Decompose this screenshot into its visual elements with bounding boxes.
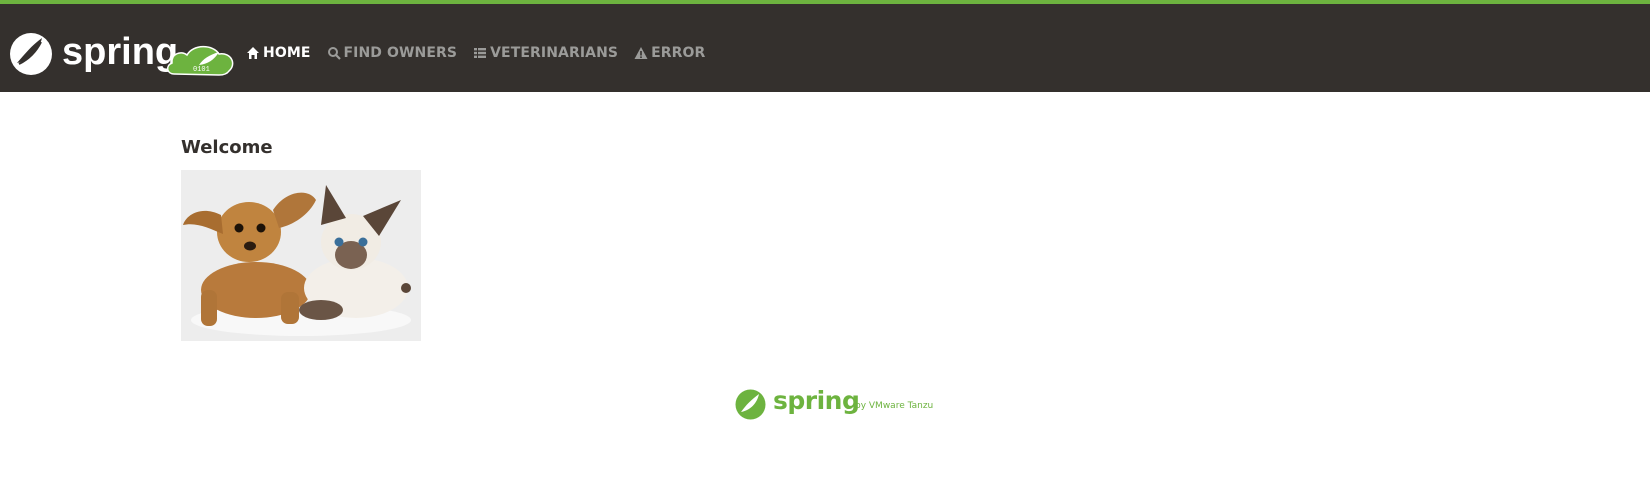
- nav-home[interactable]: HOME: [246, 45, 311, 61]
- nav-home-label: HOME: [263, 45, 311, 61]
- nav-veterinarians-label: VETERINARIANS: [490, 45, 619, 61]
- list-icon: [473, 46, 487, 60]
- footer-byline: by VMware Tanzu: [855, 401, 934, 411]
- navbar: spring 0101 HOME FIND OWNERS VETERINARIA…: [0, 4, 1650, 92]
- nav-veterinarians[interactable]: VETERINARIANS: [473, 45, 618, 61]
- brand-logo[interactable]: spring 0101: [9, 30, 237, 78]
- nav-find-owners[interactable]: FIND OWNERS: [327, 45, 458, 61]
- main-nav: HOME FIND OWNERS VETERINARIANS ERROR: [246, 41, 721, 65]
- brand-badge-text: 0101: [193, 66, 210, 74]
- home-icon: [246, 46, 260, 60]
- footer-logo-text: spring: [773, 386, 860, 415]
- spring-leaf-icon: [735, 389, 766, 420]
- nav-error[interactable]: ERROR: [634, 45, 705, 61]
- footer-logo: spring by VMware Tanzu: [735, 386, 940, 422]
- nav-error-label: ERROR: [651, 45, 706, 61]
- pets-photo: [181, 170, 421, 341]
- warning-icon: [634, 46, 648, 60]
- brand-logo-text: spring: [62, 31, 178, 73]
- search-icon: [327, 46, 341, 60]
- nav-find-owners-label: FIND OWNERS: [343, 45, 458, 61]
- page-title: Welcome: [181, 137, 273, 158]
